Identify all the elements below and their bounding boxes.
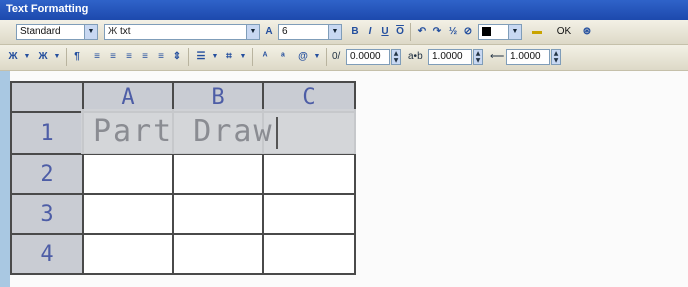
tracking-value: 1.0000 — [432, 51, 463, 62]
canvas-border — [0, 71, 10, 287]
text-height-dropdown[interactable]: 6 ▼ — [278, 24, 342, 40]
font-value: txt — [120, 26, 131, 37]
oblique-angle-icon: 0/ — [332, 51, 341, 62]
tracking-icon: a•b — [408, 51, 423, 62]
chevron-down-icon[interactable]: ▼ — [328, 25, 341, 39]
table-cell[interactable] — [262, 193, 356, 235]
column-header[interactable]: A — [82, 81, 174, 113]
in-place-text-editor[interactable]: Part Draw — [81, 109, 356, 154]
text-height-value: 6 — [282, 26, 288, 37]
table-cell[interactable] — [262, 153, 356, 195]
row-header[interactable]: 1 — [10, 111, 84, 155]
table-cell[interactable] — [82, 233, 174, 275]
separator — [188, 48, 189, 66]
separator — [252, 48, 253, 66]
align-center-icon[interactable]: ≡ — [106, 49, 120, 64]
oblique-angle-value: 0.0000 — [350, 51, 381, 62]
font-icon: Ж — [108, 26, 118, 37]
ruler-icon[interactable]: ▬ — [530, 24, 544, 39]
corner-cell[interactable] — [10, 81, 84, 113]
line-spacing-icon[interactable]: ⇕ — [170, 49, 184, 64]
columns-chevron-icon[interactable]: ▼ — [20, 49, 34, 64]
justification-chevron-icon[interactable]: ▼ — [50, 49, 64, 64]
table-cell[interactable] — [172, 153, 264, 195]
symbol-icon[interactable]: @ — [296, 49, 310, 64]
ok-button[interactable]: OK — [552, 24, 576, 40]
link-icon[interactable]: ⊘ — [461, 24, 475, 39]
table-row: 2 — [10, 153, 356, 195]
table-row: 4 — [10, 233, 356, 275]
row-header[interactable]: 4 — [10, 233, 84, 275]
uppercase-icon[interactable]: ᴬ — [258, 49, 272, 64]
table-cell[interactable] — [172, 233, 264, 275]
table-cell[interactable] — [82, 193, 174, 235]
table-cell[interactable] — [262, 233, 356, 275]
width-spinner[interactable]: ▲ ▼ — [551, 49, 561, 65]
field-chevron-icon[interactable]: ▼ — [236, 49, 250, 64]
chevron-down-icon[interactable]: ▼ — [508, 25, 521, 39]
distribute-icon[interactable]: ≡ — [154, 49, 168, 64]
insert-field-icon[interactable]: ⌗ — [222, 49, 236, 64]
paragraph-toolbar: Ж ▼ Ж ▼ ¶ ≡ ≡ ≡ ≡ ≡ ⇕ ☰ ▼ ⌗ ▼ ᴬ ᵃ @ ▼ 0/… — [0, 45, 688, 71]
title-bar: Text Formatting — [0, 0, 688, 20]
justification-icon[interactable]: Ж — [36, 49, 50, 64]
separator — [66, 48, 67, 66]
oblique-spinner[interactable]: ▲ ▼ — [391, 49, 401, 65]
window-title: Text Formatting — [6, 3, 89, 15]
column-header[interactable]: C — [262, 81, 356, 113]
paragraph-icon[interactable]: ¶ — [70, 49, 84, 64]
style-value: Standard — [20, 26, 61, 37]
stack-icon[interactable]: ½ — [446, 24, 460, 39]
oblique-angle-field[interactable]: 0.0000 — [346, 49, 390, 65]
chevron-down-icon[interactable]: ▼ — [84, 25, 97, 39]
italic-button[interactable]: I — [363, 24, 377, 39]
row-header[interactable]: 3 — [10, 193, 84, 235]
separator — [410, 23, 411, 41]
text-cursor — [275, 116, 278, 149]
columns-icon[interactable]: Ж — [6, 49, 20, 64]
formatting-toolbar: Standard ▼ Ж txt ▼ A 6 ▼ B I U O ↶ ↷ ½ ⊘… — [0, 20, 688, 45]
symbol-chevron-icon[interactable]: ▼ — [310, 49, 324, 64]
options-icon[interactable]: ⊛ — [580, 24, 594, 39]
numbering-chevron-icon[interactable]: ▼ — [208, 49, 222, 64]
chevron-down-icon[interactable]: ▼ — [246, 25, 259, 39]
column-header[interactable]: B — [172, 81, 264, 113]
table-row: A B C — [10, 81, 356, 113]
tracking-field[interactable]: 1.0000 — [428, 49, 472, 65]
underline-button[interactable]: U — [378, 24, 392, 39]
overline-button[interactable]: O — [393, 24, 407, 39]
color-dropdown[interactable]: ▼ — [478, 24, 522, 40]
tracking-spinner[interactable]: ▲ ▼ — [473, 49, 483, 65]
table-cell[interactable] — [82, 153, 174, 195]
align-left-icon[interactable]: ≡ — [90, 49, 104, 64]
text-height-icon: A — [265, 26, 273, 37]
undo-icon[interactable]: ↶ — [415, 24, 429, 39]
width-factor-icon: ⟵ — [490, 51, 505, 62]
width-factor-field[interactable]: 1.0000 — [506, 49, 550, 65]
editor-text: Part Draw — [93, 114, 274, 149]
color-swatch-icon — [482, 26, 491, 36]
align-right-icon[interactable]: ≡ — [122, 49, 136, 64]
row-header[interactable]: 2 — [10, 153, 84, 195]
style-dropdown[interactable]: Standard ▼ — [16, 24, 98, 40]
numbering-icon[interactable]: ☰ — [194, 49, 208, 64]
redo-icon[interactable]: ↷ — [430, 24, 444, 39]
font-dropdown[interactable]: Ж txt ▼ — [104, 24, 260, 40]
width-factor-value: 1.0000 — [510, 51, 541, 62]
lowercase-icon[interactable]: ᵃ — [276, 49, 290, 64]
table-row: 3 — [10, 193, 356, 235]
drawing-canvas[interactable]: A B C 1 2 3 4 Part Draw — [0, 71, 688, 287]
justify-icon[interactable]: ≡ — [138, 49, 152, 64]
bold-button[interactable]: B — [348, 24, 362, 39]
table-cell[interactable] — [172, 193, 264, 235]
separator — [326, 48, 327, 66]
